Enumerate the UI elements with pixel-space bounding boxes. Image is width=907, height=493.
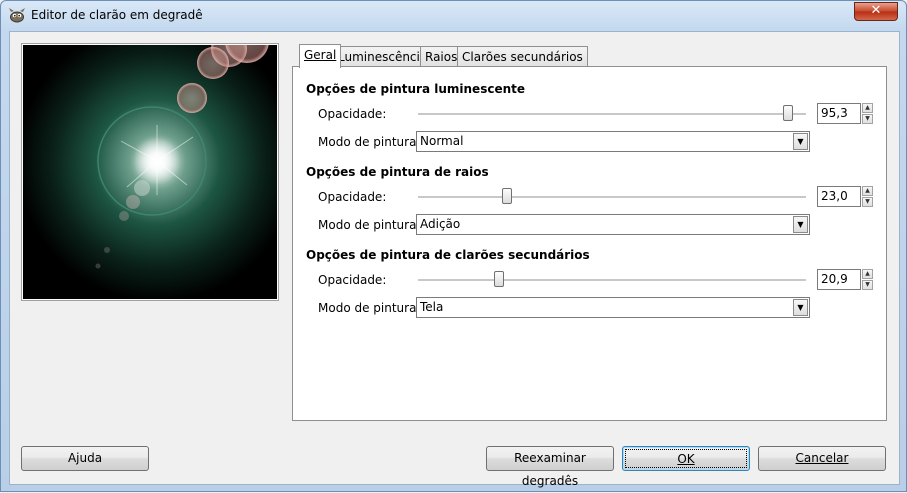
- rays-opacity-label: Opacidade:: [318, 190, 387, 204]
- rescan-gradients-button[interactable]: Reexaminar degradês: [486, 446, 614, 488]
- title-bar[interactable]: Editor de clarão em degradê ✕: [1, 1, 906, 31]
- spin-down-icon[interactable]: ▼: [862, 197, 873, 207]
- tab-claroes-secundarios[interactable]: Clarões secundários: [457, 46, 588, 67]
- rays-section-title: Opções de pintura de raios: [306, 165, 489, 179]
- rescan-gradients-button-label: Reexaminar degradês: [514, 451, 586, 488]
- gimp-app-icon: [8, 7, 26, 23]
- spin-down-icon[interactable]: ▼: [862, 280, 873, 290]
- sflares-opacity-slider-thumb[interactable]: [494, 271, 505, 287]
- glow-mode-combo[interactable]: Normal ▼: [416, 131, 810, 152]
- tab-claroes-secundarios-label: Clarões secundários: [462, 50, 583, 64]
- chevron-down-icon[interactable]: ▼: [793, 133, 808, 150]
- cancel-button-label: Cancelar: [795, 451, 849, 465]
- flare-preview-frame: [21, 43, 279, 301]
- rays-mode-value: Adição: [420, 217, 461, 231]
- glow-mode-label: Modo de pintura:: [318, 135, 421, 149]
- chevron-down-icon[interactable]: ▼: [793, 216, 808, 233]
- glow-opacity-spinbutton[interactable]: 95,3: [817, 103, 861, 124]
- tab-raios[interactable]: Raios: [420, 46, 463, 67]
- rays-opacity-spinbutton[interactable]: 23,0: [817, 186, 861, 207]
- close-button[interactable]: ✕: [854, 2, 898, 21]
- sflares-opacity-slider[interactable]: [418, 279, 806, 282]
- ok-button[interactable]: OK: [622, 446, 750, 471]
- rays-opacity-spin-arrows[interactable]: ▲ ▼: [862, 186, 873, 207]
- spin-up-icon[interactable]: ▲: [862, 103, 873, 113]
- sflares-mode-value: Tela: [420, 300, 444, 314]
- glow-opacity-slider[interactable]: [418, 113, 806, 116]
- glow-mode-value: Normal: [420, 134, 464, 148]
- glow-section-title: Opções de pintura luminescente: [306, 82, 525, 96]
- cancel-button[interactable]: Cancelar: [758, 446, 886, 471]
- glow-opacity-spin-arrows[interactable]: ▲ ▼: [862, 103, 873, 124]
- window-title: Editor de clarão em degradê: [31, 8, 203, 22]
- sflares-opacity-label: Opacidade:: [318, 273, 387, 287]
- sflares-opacity-spin-arrows[interactable]: ▲ ▼: [862, 269, 873, 290]
- glow-opacity-slider-thumb[interactable]: [782, 105, 793, 121]
- tab-geral[interactable]: Geral: [299, 44, 342, 68]
- rays-opacity-slider[interactable]: [418, 196, 806, 199]
- sflares-opacity-spinbutton[interactable]: 20,9: [817, 269, 861, 290]
- tab-geral-label: Geral: [304, 48, 337, 62]
- spin-down-icon[interactable]: ▼: [862, 114, 873, 124]
- glow-opacity-label: Opacidade:: [318, 107, 387, 121]
- sflares-mode-label: Modo de pintura:: [318, 301, 421, 315]
- help-button[interactable]: Ajuda: [21, 446, 149, 471]
- ok-button-label: OK: [677, 452, 695, 466]
- sflares-section-title: Opções de pintura de clarões secundários: [306, 248, 590, 262]
- spin-up-icon[interactable]: ▲: [862, 186, 873, 196]
- help-button-label: Ajuda: [67, 451, 103, 465]
- rays-mode-label: Modo de pintura:: [318, 218, 421, 232]
- rays-mode-combo[interactable]: Adição ▼: [416, 214, 810, 235]
- flare-preview-image: [23, 45, 277, 299]
- tab-luminescencia-label: Luminescência: [338, 50, 428, 64]
- rays-opacity-slider-thumb[interactable]: [502, 188, 513, 204]
- tab-luminescencia[interactable]: Luminescência: [333, 46, 433, 67]
- tab-raios-label: Raios: [425, 50, 458, 64]
- spin-up-icon[interactable]: ▲: [862, 269, 873, 279]
- chevron-down-icon[interactable]: ▼: [793, 299, 808, 316]
- sflares-mode-combo[interactable]: Tela ▼: [416, 297, 810, 318]
